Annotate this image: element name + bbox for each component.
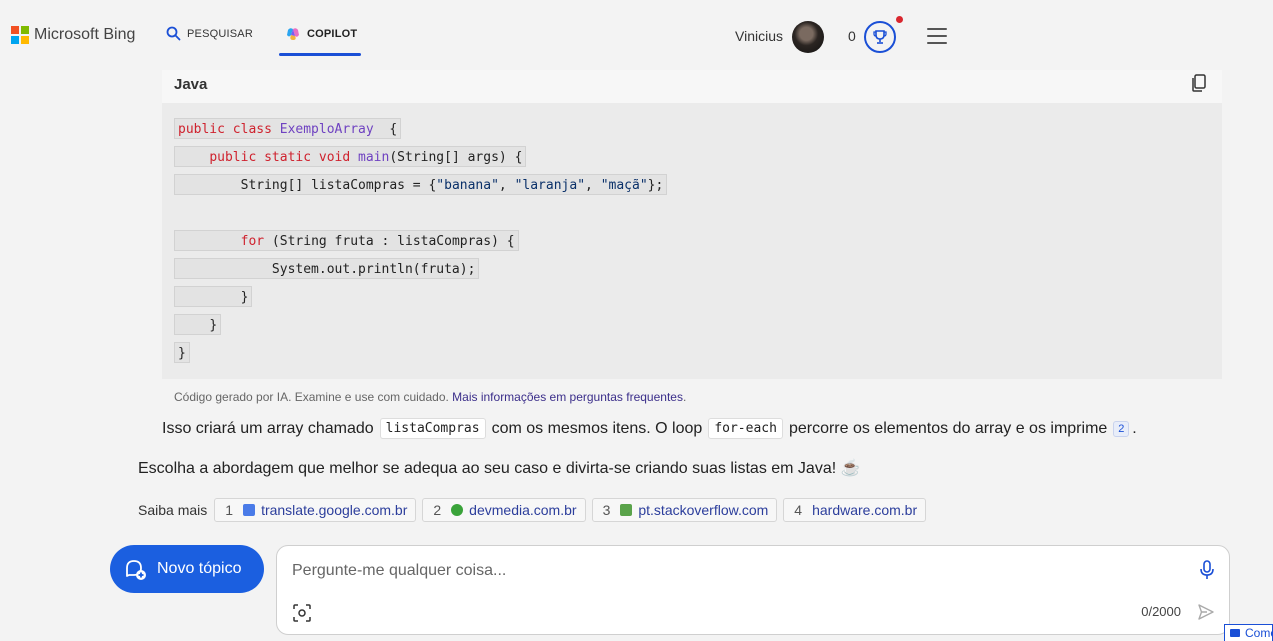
brand-name: Microsoft Bing: [34, 26, 136, 43]
tab-copilot-label: COPILOT: [307, 28, 358, 40]
visual-search-icon[interactable]: [293, 604, 311, 622]
para1-period: .: [1132, 419, 1137, 437]
copilot-icon: [285, 26, 301, 42]
code-line: public static void main(String[] args) {: [174, 144, 667, 172]
code-line: public class ExemploArray {: [174, 116, 667, 144]
new-topic-button[interactable]: Novo tópico: [110, 545, 264, 593]
bing-logo[interactable]: Microsoft Bing: [11, 26, 135, 44]
source-number: 1: [225, 502, 234, 518]
new-topic-label: Novo tópico: [157, 560, 242, 577]
chat-input[interactable]: [292, 562, 1172, 580]
source-number: 3: [602, 502, 611, 518]
inline-code-for-each: for-each: [708, 418, 783, 439]
code-line: String[] listaCompras = {"banana", "lara…: [174, 172, 668, 200]
response-paragraph-1: Isso criará um array chamado listaCompra…: [162, 418, 1137, 439]
new-chat-icon: [123, 557, 147, 581]
code-language: Java: [174, 76, 208, 93]
send-icon[interactable]: [1197, 603, 1215, 621]
stackoverflow-icon: [620, 504, 633, 516]
notification-dot: [896, 16, 903, 23]
para1-text-middle: com os mesmos itens. O loop: [491, 419, 703, 437]
user-name[interactable]: Vinicius: [735, 28, 783, 44]
tab-pesquisar[interactable]: PESQUISAR: [166, 26, 253, 41]
feedback-label: Comentários: [1245, 626, 1272, 640]
learn-more-bar: Saiba mais 1 translate.google.com.br 2 d…: [138, 498, 932, 522]
code-block: Java public class ExemploArray { public …: [162, 70, 1222, 379]
para1-text-before: Isso criará um array chamado: [162, 419, 374, 437]
copy-icon[interactable]: [1191, 74, 1207, 92]
para1-text-after: percorre os elementos do array e os impr…: [788, 419, 1108, 437]
source-domain: pt.stackoverflow.com: [638, 502, 769, 518]
hamburger-menu-icon[interactable]: [927, 28, 947, 44]
microphone-icon[interactable]: [1199, 560, 1215, 580]
google-translate-icon: [243, 504, 256, 516]
active-tab-indicator: [279, 53, 361, 56]
devmedia-icon: [451, 504, 464, 516]
citation-2[interactable]: 2: [1113, 420, 1130, 437]
source-link-2[interactable]: 2 devmedia.com.br: [422, 498, 586, 522]
source-link-1[interactable]: 1 translate.google.com.br: [214, 498, 417, 522]
chat-composer: 0/2000: [276, 545, 1230, 635]
learn-more-label: Saiba mais: [138, 502, 208, 518]
code-line: for (String fruta : listaCompras) {: [174, 228, 667, 256]
source-link-3[interactable]: 3 pt.stackoverflow.com: [591, 498, 778, 522]
code-block-header: Java: [162, 70, 1222, 103]
top-bar: Microsoft Bing PESQUISAR COPILOT Viniciu…: [0, 0, 1273, 70]
faq-link[interactable]: Mais informações em perguntas frequentes: [452, 390, 683, 404]
feedback-button[interactable]: Comentários: [1224, 624, 1273, 641]
source-number: 2: [433, 502, 442, 518]
feedback-icon: [1230, 629, 1240, 637]
code-line: System.out.println(fruta);: [174, 256, 667, 284]
disclaimer-text: Código gerado por IA. Examine e use com …: [174, 390, 453, 404]
source-domain: translate.google.com.br: [261, 502, 408, 518]
code-line: }: [174, 340, 667, 368]
rewards-trophy-icon[interactable]: [864, 21, 896, 53]
tab-pesquisar-label: PESQUISAR: [187, 27, 253, 40]
microsoft-logo-icon: [11, 26, 29, 44]
code-content: public class ExemploArray { public stati…: [174, 116, 668, 368]
code-line: }: [174, 312, 667, 340]
source-number: 4: [794, 502, 803, 518]
source-domain: hardware.com.br: [812, 502, 918, 518]
rewards-points[interactable]: 0: [848, 28, 856, 44]
inline-code-listacompras: listaCompras: [379, 418, 486, 439]
search-icon: [166, 26, 181, 41]
character-counter: 0/2000: [1141, 604, 1181, 619]
source-domain: devmedia.com.br: [469, 502, 577, 518]
ai-disclaimer: Código gerado por IA. Examine e use com …: [174, 390, 687, 404]
tab-copilot[interactable]: COPILOT: [285, 26, 357, 42]
code-line: }: [174, 284, 667, 312]
source-link-4[interactable]: 4 hardware.com.br: [783, 498, 927, 522]
response-paragraph-2: Escolha a abordagem que melhor se adequa…: [138, 460, 861, 477]
avatar[interactable]: [792, 21, 824, 53]
